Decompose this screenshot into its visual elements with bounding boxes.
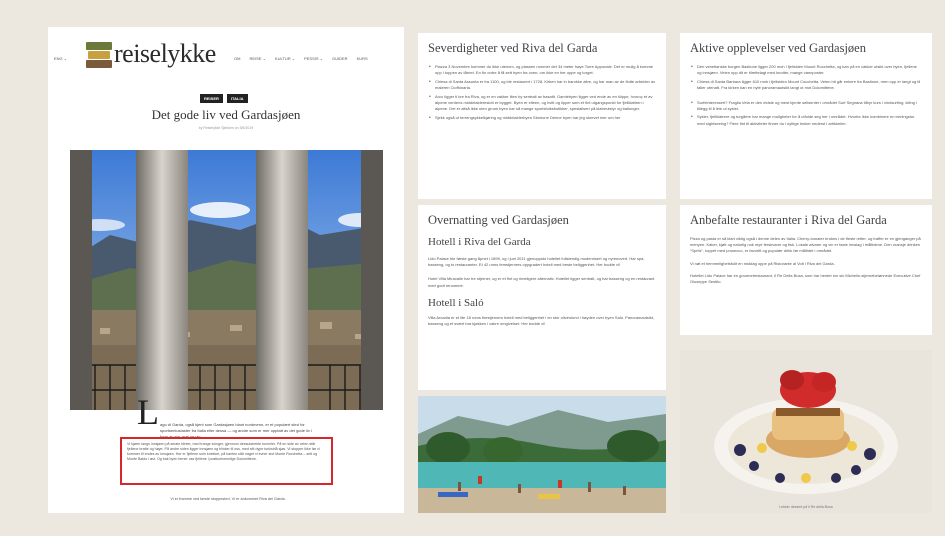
restaurant-il-re-della-busa: Hotellet Lido Palace har en gourmetresta… bbox=[690, 272, 921, 285]
restaurant-al-volt: Vi nøt et hemmelighetsfullt en middag op… bbox=[690, 260, 835, 266]
site-logo[interactable]: reiselykke bbox=[114, 39, 216, 69]
nav-item-om[interactable]: OM bbox=[234, 56, 240, 61]
highlighted-paragraph: Vi kjører langs innsjøen på smale klinte… bbox=[120, 437, 333, 485]
list-item: Piazza 3 Novembre kommer du ikke utenom,… bbox=[428, 64, 656, 77]
hotel-villa-arcadia: Villa Arcadia er et lite 18 roms firestj… bbox=[428, 314, 655, 327]
closing-line: Vi er framme ved første stoppested. Vi e… bbox=[170, 497, 286, 501]
tag-reiser[interactable]: REISER bbox=[200, 94, 223, 103]
nav-item-pessis[interactable]: PESSIS ⌄ bbox=[304, 56, 323, 61]
drop-cap: L bbox=[137, 392, 159, 432]
list-item[interactable]: Sjekk også ut terrengsykkelkjøring og mi… bbox=[428, 115, 656, 122]
list-item: Chiesa di Santa Barbara ligger 610 moh i… bbox=[690, 79, 922, 92]
accommodation-panel: Overnatting ved Gardasjøen Hotell i Riva… bbox=[418, 205, 666, 390]
activities-title: Aktive opplevelser ved Gardasjøen bbox=[690, 41, 866, 55]
list-item: Chiesa di Santa Assunta er fra 1100, og … bbox=[428, 79, 656, 92]
list-item: Den venetianske borgen Bastione ligger 2… bbox=[690, 64, 922, 77]
nav-item-reise[interactable]: REISE ⌄ bbox=[249, 56, 265, 61]
activities-list: Den venetianske borgen Bastione ligger 2… bbox=[690, 64, 922, 127]
sights-list: Piazza 3 Novembre kommer du ikke utenom,… bbox=[428, 64, 656, 122]
post-byline: by Reiselykke Sjekken on 5/5/2019 bbox=[198, 126, 254, 130]
subheading-salo: Hotell i Saló bbox=[428, 296, 484, 309]
hotel-lido-palace: Lido Palace ble første gang åpnet i 1899… bbox=[428, 256, 645, 268]
hotel-villa-miravalle: Hotel Villa Miravalle har tre stjerner, … bbox=[428, 276, 655, 288]
restaurants-title: Anbefalte restauranter i Riva del Garda bbox=[690, 213, 887, 227]
language-selector[interactable]: ENG ⌄ bbox=[54, 56, 67, 61]
tag-italia[interactable]: ITALIA bbox=[226, 94, 248, 103]
site-header: ENG ⌄ reiselykke OM REISE ⌄ KULTUR ⌄ PES… bbox=[48, 27, 404, 89]
beach-photo bbox=[418, 396, 666, 513]
books-logo-icon bbox=[86, 42, 112, 72]
blog-post-panel: ENG ⌄ reiselykke OM REISE ⌄ KULTUR ⌄ PES… bbox=[48, 27, 404, 513]
sights-title: Severdigheter ved Riva del Garda bbox=[428, 41, 598, 55]
dessert-photo: Lekker dessert på Il Re della Busa bbox=[680, 350, 932, 513]
list-item[interactable]: Surfeinteressert? Fraglia Vela er den el… bbox=[690, 100, 922, 113]
category-tags: REISER ITALIA bbox=[200, 94, 248, 103]
list-item: Arco ligger ti kre fra Riva, og er en va… bbox=[428, 94, 656, 113]
post-title: Det gode liv ved Gardasjøen bbox=[151, 107, 301, 122]
nav-item-guider[interactable]: GUIDER bbox=[332, 56, 348, 61]
sights-panel: Severdigheter ved Riva del Garda Piazza … bbox=[418, 33, 666, 199]
accommodation-title: Overnatting ved Gardasjøen bbox=[428, 213, 569, 227]
subheading-riva: Hotell i Riva del Garda bbox=[428, 236, 531, 248]
nav-item-kultur[interactable]: KULTUR ⌄ bbox=[275, 56, 295, 61]
list-item: Sykler, fjellklatrere og turgåere har ma… bbox=[690, 114, 922, 127]
restaurants-intro: Pizza og pasta er så klart viktig også i… bbox=[690, 236, 921, 254]
hero-photo bbox=[70, 150, 383, 410]
nav-item-kurs[interactable]: KURS bbox=[357, 56, 368, 61]
main-nav: OM REISE ⌄ KULTUR ⌄ PESSIS ⌄ GUIDER KURS bbox=[234, 56, 368, 61]
activities-panel: Aktive opplevelser ved Gardasjøen Den ve… bbox=[680, 33, 932, 199]
dessert-caption: Lekker dessert på Il Re della Busa bbox=[779, 505, 833, 509]
restaurants-panel: Anbefalte restauranter i Riva del Garda … bbox=[680, 205, 932, 335]
